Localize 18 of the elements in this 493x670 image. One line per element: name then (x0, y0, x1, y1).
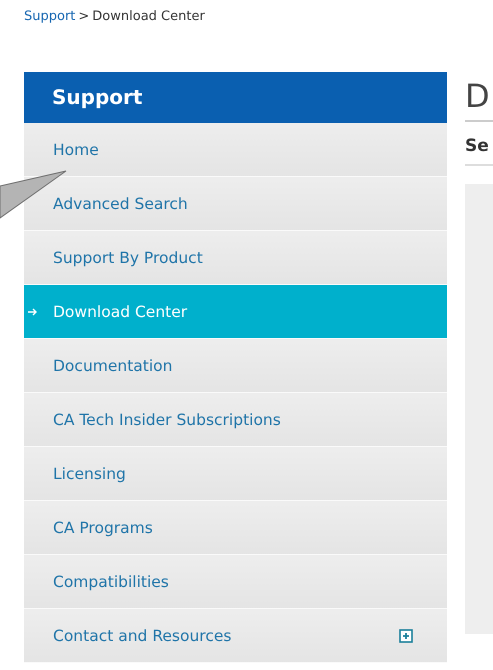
sidebar-item[interactable]: Support By Product (24, 231, 447, 285)
sidebar-item[interactable]: Home (24, 123, 447, 177)
section-heading: Se (465, 136, 493, 166)
breadcrumb-current: Download Center (92, 9, 205, 24)
sidebar-item[interactable]: Download Center (24, 285, 447, 339)
sidebar-item[interactable]: Documentation (24, 339, 447, 393)
breadcrumb-link[interactable]: Support (24, 9, 76, 24)
sidebar-title: Support (24, 72, 447, 123)
sidebar-item[interactable]: Compatibilities (24, 555, 447, 609)
breadcrumb-separator: > (78, 9, 90, 24)
arrow-icon (28, 308, 37, 316)
sidebar-item[interactable]: Contact and Resources (24, 609, 447, 663)
sidebar-item[interactable]: Advanced Search (24, 177, 447, 231)
sidebar-item[interactable]: CA Programs (24, 501, 447, 555)
page-heading: D (465, 72, 493, 122)
sidebar-item[interactable]: Licensing (24, 447, 447, 501)
sidebar-item[interactable]: CA Tech Insider Subscriptions (24, 393, 447, 447)
expand-icon[interactable] (399, 628, 413, 642)
